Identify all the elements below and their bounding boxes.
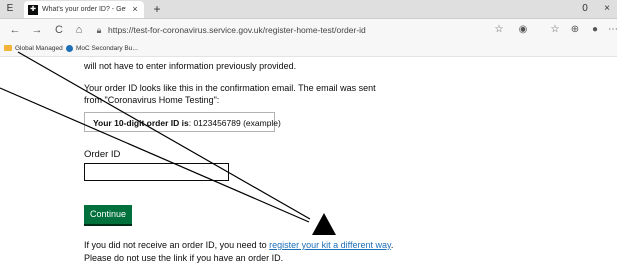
tab-close-icon[interactable]: × [130,3,140,15]
favorites-bar: Global Managed MoC Secondary Bu... [0,41,617,57]
help-text-line-2: Please do not use the link if you have a… [84,253,284,263]
continue-button[interactable]: Continue [84,205,132,224]
example-value: : 0123456789 (example) [188,118,281,128]
more-menu-icon[interactable]: ⋯ [606,23,617,37]
order-id-input[interactable] [84,163,229,181]
example-text: Your 10-digit order ID is: 0123456789 (e… [93,117,281,129]
intro-text: will not have to enter information previ… [84,61,297,71]
window-minimize-icon[interactable]: 0 [578,2,592,16]
favorite-item[interactable]: Global Managed [4,43,63,54]
extension-icon[interactable]: ◉ [516,23,530,37]
url-field[interactable]: 🔒︎ https://test-for-coronavirus.service.… [92,22,502,38]
help-prefix: If you did not receive an order ID, you … [84,240,270,250]
favorite-label: MoC Secondary Bu... [76,45,138,52]
new-tab-button[interactable]: + [150,1,164,17]
help-suffix: . [390,240,394,250]
profile-icon[interactable]: ● [588,23,602,37]
help-text-line-1: If you did not receive an order ID, you … [84,239,393,251]
window-close-icon[interactable]: × [600,2,614,16]
favorite-item[interactable]: MoC Secondary Bu... [66,43,138,54]
tab-title: What's your order ID? - Get a co [42,6,126,13]
browser-tab-strip: E ✚ What's your order ID? - Get a co × +… [0,0,617,19]
order-id-label: Order ID [84,149,121,160]
confirmation-text-line-1: Your order ID looks like this in the con… [84,83,376,93]
example-label: Your 10-digit order ID is [93,118,189,128]
register-different-way-link[interactable]: register your kit a different way [269,240,391,250]
forward-icon[interactable]: → [30,23,44,37]
refresh-icon[interactable]: C [52,23,66,37]
favorites-icon[interactable]: ☆ [548,23,562,37]
read-aloud-icon[interactable]: ☆ [492,23,506,37]
browser-tab[interactable]: ✚ What's your order ID? - Get a co × [24,1,144,18]
home-icon[interactable]: ⌂ [72,23,86,37]
page-icon [66,44,73,52]
url-text: https://test-for-coronavirus.service.gov… [108,25,366,35]
lock-icon: 🔒︎ [96,25,102,35]
folder-icon [4,45,12,52]
gov-favicon-icon: ✚ [28,5,38,15]
order-id-example-inset: Your 10-digit order ID is: 0123456789 (e… [84,112,281,132]
confirmation-text-line-2: from "Coronavirus Home Testing": [84,95,220,105]
collections-icon[interactable]: ⊕ [568,23,582,37]
back-icon[interactable]: ← [8,23,22,37]
browser-logo-icon: E [6,3,14,14]
address-bar: ← → C ⌂ 🔒︎ https://test-for-coronavirus.… [0,19,617,41]
favorite-label: Global Managed [15,45,63,52]
page-content: will not have to enter information previ… [0,57,617,280]
